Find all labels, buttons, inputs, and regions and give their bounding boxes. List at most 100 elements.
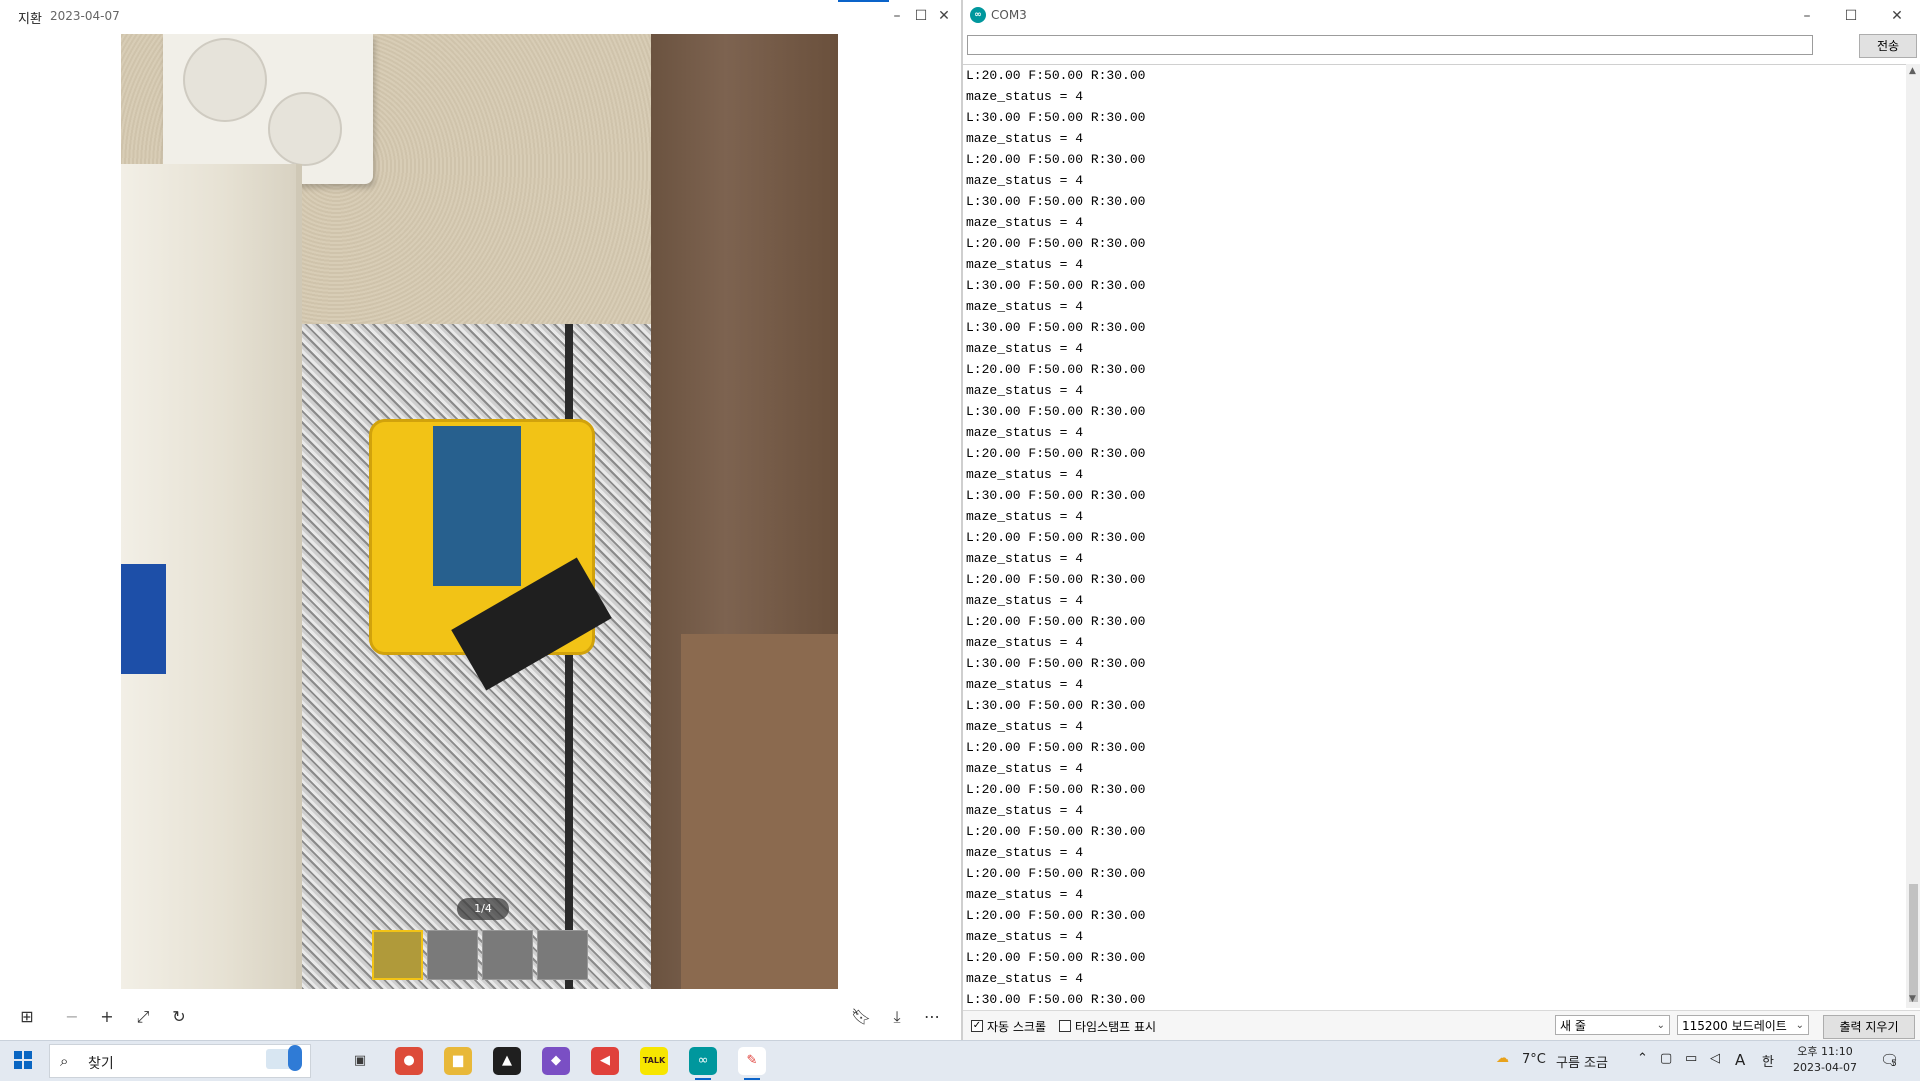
close-button[interactable]: ✕	[934, 6, 954, 26]
viewer-title: 지환	[18, 12, 42, 27]
bookmark-icon[interactable]: 🔖︎	[850, 1006, 872, 1028]
autoscroll-checkbox[interactable]: ✓	[971, 1020, 983, 1032]
serial-line: L:20.00 F:50.00 R:30.00	[966, 782, 1146, 797]
serial-maximize-button[interactable]: ☐	[1841, 6, 1861, 26]
ide-icon[interactable]: ▲	[493, 1047, 521, 1075]
viewer-date: 2023-04-07	[50, 9, 120, 23]
serial-line: L:20.00 F:50.00 R:30.00	[966, 236, 1146, 251]
serial-line: L:20.00 F:50.00 R:30.00	[966, 824, 1146, 839]
scrollbar-thumb[interactable]	[1909, 884, 1918, 1002]
serial-line: L:20.00 F:50.00 R:30.00	[966, 866, 1146, 881]
ime-mode-text[interactable]: A	[1735, 1051, 1745, 1069]
serial-options-bar: ✓ 자동 스크롤 타임스탬프 표시 새 줄 ⌄ 115200 보드레이트 ⌄ 출…	[963, 1010, 1920, 1041]
serial-line: maze_status = 4	[966, 509, 1084, 524]
line-ending-value: 새 줄	[1560, 1019, 1586, 1033]
thumbnail-2[interactable]	[427, 930, 478, 980]
serial-line: L:20.00 F:50.00 R:30.00	[966, 908, 1146, 923]
download-icon[interactable]: ⤓	[886, 1006, 908, 1028]
serial-close-button[interactable]: ✕	[1887, 6, 1907, 26]
clock-date: 2023-04-07	[1793, 1061, 1857, 1074]
serial-line: L:30.00 F:50.00 R:30.00	[966, 404, 1146, 419]
serial-line: maze_status = 4	[966, 173, 1084, 188]
weather-temp: 7°C	[1522, 1052, 1546, 1067]
thumbnail-1[interactable]	[372, 930, 423, 980]
image-counter: 1/4	[457, 898, 509, 920]
serial-line: maze_status = 4	[966, 761, 1084, 776]
serial-line: maze_status = 4	[966, 929, 1084, 944]
viewer-titlebar[interactable]: 지환 2023-04-07 – ☐ ✕	[0, 0, 961, 32]
previous-arrow-icon[interactable]: ‹	[24, 490, 42, 544]
serial-line: maze_status = 4	[966, 971, 1084, 986]
serial-line: maze_status = 4	[966, 593, 1084, 608]
serial-minimize-button[interactable]: –	[1797, 6, 1817, 26]
baud-rate-value: 115200 보드레이트	[1682, 1019, 1787, 1033]
baud-rate-select[interactable]: 115200 보드레이트 ⌄	[1677, 1015, 1809, 1035]
timestamp-checkbox[interactable]	[1059, 1020, 1071, 1032]
chevron-down-icon: ⌄	[1795, 1020, 1804, 1031]
scroll-up-icon[interactable]: ▲	[1909, 66, 1916, 76]
line-ending-select[interactable]: 새 줄 ⌄	[1555, 1015, 1670, 1035]
serial-send-input[interactable]	[967, 35, 1813, 55]
serial-output[interactable]: L:20.00 F:50.00 R:30.00 maze_status = 4 L:…	[963, 64, 1906, 1009]
clock-time: 오후 11:10	[1797, 1045, 1853, 1058]
grid-icon[interactable]: ⊞	[16, 1006, 38, 1028]
photo-cardboard	[681, 634, 838, 989]
thumbnail-3[interactable]	[482, 930, 533, 980]
chevron-up-icon[interactable]: ⌃	[1637, 1051, 1648, 1066]
serial-line: maze_status = 4	[966, 467, 1084, 482]
search-highlight-art	[258, 1043, 304, 1073]
speaker-icon[interactable]: ◁	[1710, 1051, 1720, 1066]
title-accent-line	[838, 0, 889, 2]
rotate-icon[interactable]: ↻	[168, 1006, 190, 1028]
network-icon[interactable]: ▭	[1685, 1051, 1697, 1066]
serial-line: L:20.00 F:50.00 R:30.00	[966, 446, 1146, 461]
serial-line: maze_status = 4	[966, 89, 1084, 104]
photo-robot-maze	[121, 34, 838, 989]
viewer-toolbar: ⊞ − + ⤢ ↻ 🔖︎ ⤓ ⋯	[0, 994, 961, 1040]
task-view-icon[interactable]: ▣	[346, 1047, 374, 1075]
taskbar-search-text: 찾기	[88, 1056, 114, 1072]
file-explorer-icon[interactable]: ▆	[444, 1047, 472, 1075]
scroll-down-icon[interactable]: ▼	[1909, 994, 1916, 1004]
serial-line: L:30.00 F:50.00 R:30.00	[966, 698, 1146, 713]
serial-line: L:30.00 F:50.00 R:30.00	[966, 656, 1146, 671]
photo-outlet	[163, 34, 373, 184]
visual-studio-icon[interactable]: ◆	[542, 1047, 570, 1075]
serial-line: maze_status = 4	[966, 383, 1084, 398]
ime-lang-text[interactable]: 한	[1762, 1051, 1774, 1070]
serial-titlebar[interactable]: ∞ COM3 – ☐ ✕	[963, 0, 1920, 30]
output-scrollbar[interactable]: ▲ ▼	[1906, 64, 1920, 1008]
weather-text: 구름 조금	[1556, 1056, 1608, 1071]
serial-line: maze_status = 4	[966, 257, 1084, 272]
thumbnail-4[interactable]	[537, 930, 588, 980]
kakaotalk-icon[interactable]: TALK	[640, 1047, 668, 1075]
photo-pepsi-sticker	[121, 564, 166, 674]
arduino-icon[interactable]: ∞	[689, 1047, 717, 1080]
plus-icon[interactable]: +	[96, 1006, 118, 1028]
serial-line: L:30.00 F:50.00 R:30.00	[966, 992, 1146, 1007]
clear-output-button[interactable]: 출력 지우기	[1823, 1015, 1915, 1039]
minimize-button[interactable]: –	[887, 6, 907, 26]
send-button[interactable]: 전송	[1859, 34, 1917, 58]
maximize-button[interactable]: ☐	[911, 6, 931, 26]
serial-monitor-window: ∞ COM3 – ☐ ✕ 전송 L:20.00 F:50.00 R:30.00 m…	[962, 0, 1920, 1041]
windows-start-icon[interactable]	[14, 1051, 32, 1069]
serial-title: COM3	[991, 8, 1027, 22]
chrome-icon[interactable]: ●	[395, 1047, 423, 1075]
arduino-logo-icon: ∞	[970, 7, 986, 23]
serial-line: L:30.00 F:50.00 R:30.00	[966, 320, 1146, 335]
weather-icon: ☁	[1496, 1051, 1509, 1066]
minus-icon[interactable]: −	[61, 1006, 83, 1028]
app-red-icon[interactable]: ◀	[591, 1047, 619, 1075]
serial-line: maze_status = 4	[966, 887, 1084, 902]
image-counter-text: 1/4	[474, 902, 492, 915]
paint-icon[interactable]: ✎	[738, 1047, 766, 1080]
chevron-down-icon: ⌄	[1656, 1020, 1665, 1031]
expand-icon[interactable]: ⤢	[132, 1006, 154, 1028]
serial-line: L:30.00 F:50.00 R:30.00	[966, 194, 1146, 209]
next-arrow-icon[interactable]: ›	[912, 490, 930, 544]
taskbar-clock[interactable]: 오후 11:10 2023-04-07	[1790, 1044, 1860, 1076]
taskbar: ⌕ 찾기 ▣ ● ▆ ▲ ◆ ◀ TALK ∞ ✎ ☁ 7°C 구름 조금 ⌃ ▢ ▭ ◁ A …	[0, 1040, 1920, 1081]
more-icon[interactable]: ⋯	[921, 1006, 943, 1028]
meet-icon[interactable]: ▢	[1660, 1051, 1672, 1066]
